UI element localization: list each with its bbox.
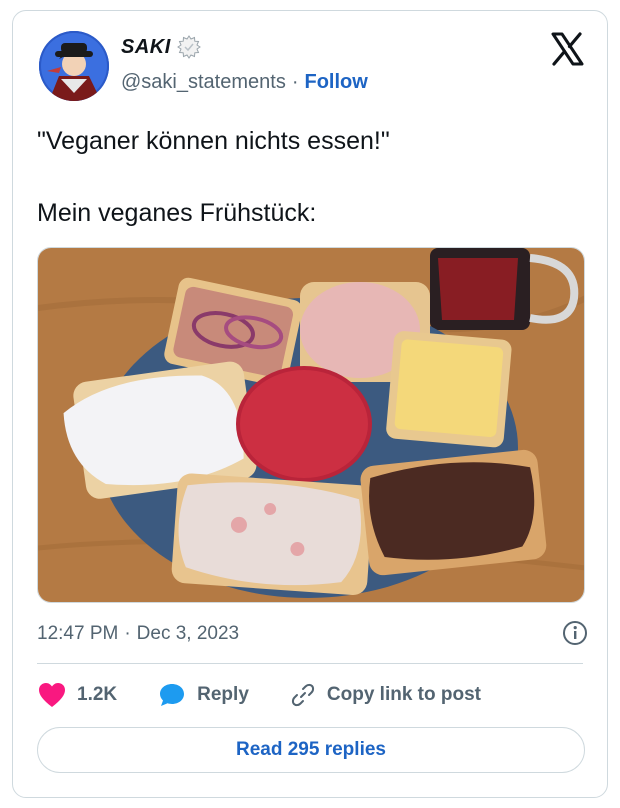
reply-label: Reply xyxy=(197,684,249,705)
heart-icon xyxy=(37,681,67,709)
speech-bubble-icon xyxy=(157,681,187,709)
tweet-text: "Veganer können nichts essen!" Mein vega… xyxy=(37,123,597,231)
follow-button[interactable]: Follow xyxy=(305,71,368,94)
tweet-actions: 1.2K Reply Copy link to post xyxy=(37,679,481,711)
tweet-line-2: Mein veganes Frühstück: xyxy=(37,199,317,227)
separator-dot: · xyxy=(291,71,299,93)
tweet-date: Dec 3, 2023 xyxy=(136,623,240,644)
verified-badge-icon xyxy=(176,35,201,59)
copy-link-button[interactable]: Copy link to post xyxy=(289,681,481,709)
link-icon xyxy=(289,681,317,709)
avatar[interactable] xyxy=(39,31,109,101)
author-display-name[interactable]: SAKI xyxy=(121,36,171,59)
read-replies-label: Read 295 replies xyxy=(236,739,386,760)
reply-button[interactable]: Reply xyxy=(157,681,249,709)
tweet-card: SAKI @saki_statements · Follow "Veganer … xyxy=(12,10,608,798)
tweet-timestamp[interactable]: 12:47 PM · Dec 3, 2023 xyxy=(37,623,239,645)
read-replies-button[interactable]: Read 295 replies xyxy=(37,727,585,773)
author-name-row: SAKI xyxy=(121,35,201,59)
like-count: 1.2K xyxy=(77,684,118,705)
separator-dot: · xyxy=(124,623,131,644)
author-handle-row: @saki_statements · Follow xyxy=(121,71,368,94)
x-logo-icon[interactable] xyxy=(549,31,585,67)
tweet-time: 12:47 PM xyxy=(37,623,119,644)
info-icon[interactable] xyxy=(561,619,589,647)
author-handle[interactable]: @saki_statements xyxy=(121,71,286,94)
divider xyxy=(37,663,583,664)
copy-link-label: Copy link to post xyxy=(326,684,481,705)
like-button[interactable]: 1.2K xyxy=(37,681,117,709)
tweet-line-1: "Veganer können nichts essen!" xyxy=(37,127,390,155)
tweet-photo[interactable] xyxy=(37,247,585,603)
